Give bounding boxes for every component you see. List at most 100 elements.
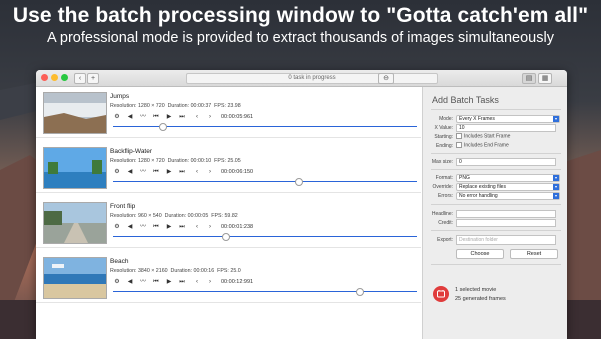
- play-icon[interactable]: ▶: [165, 223, 173, 231]
- clear-tasks-button[interactable]: ⊖: [378, 73, 394, 84]
- zoom-window-button[interactable]: [61, 74, 68, 81]
- batch-settings-panel: Add Batch Tasks Mode: Every X Frames ▾ X …: [422, 87, 567, 339]
- divider: [431, 169, 561, 170]
- timeline-knob[interactable]: [356, 288, 365, 296]
- task-name: Jumps: [110, 93, 130, 100]
- task-row[interactable]: Front flip Resolution: 960 × 540 Duratio…: [36, 197, 421, 248]
- override-label: Override:: [432, 184, 453, 190]
- skip-forward-icon[interactable]: ⏭: [178, 168, 186, 176]
- video-thumbnail: [43, 92, 107, 134]
- settings-icon[interactable]: ⚙: [113, 113, 121, 121]
- video-thumbnail: [43, 147, 107, 189]
- settings-icon[interactable]: ⚙: [113, 168, 121, 176]
- timeline-slider[interactable]: [113, 178, 417, 186]
- errors-label: Errors:: [438, 193, 453, 199]
- skip-forward-icon[interactable]: ⏭: [178, 113, 186, 121]
- chevron-down-icon: ▾: [553, 193, 559, 199]
- end-frame-checkbox[interactable]: Includes End Frame: [456, 142, 509, 148]
- task-name: Beach: [110, 258, 129, 265]
- step-back-icon[interactable]: ◀: [126, 223, 134, 231]
- divider: [431, 264, 561, 265]
- chevron-left-icon[interactable]: ‹: [193, 223, 201, 231]
- timeline-knob[interactable]: [295, 178, 304, 186]
- skip-back-icon[interactable]: ⏮: [152, 223, 160, 231]
- mode-select[interactable]: Every X Frames ▾: [456, 115, 560, 123]
- waveform-icon[interactable]: 〰: [139, 168, 147, 176]
- task-row[interactable]: Beach Resolution: 3840 × 2160 Duration: …: [36, 252, 421, 303]
- chevron-right-icon[interactable]: ›: [206, 278, 214, 286]
- close-window-button[interactable]: [41, 74, 48, 81]
- play-icon[interactable]: ▶: [165, 168, 173, 176]
- task-metadata: Resolution: 3840 × 2160 Duration: 00:00:…: [110, 268, 241, 274]
- reset-button[interactable]: Reset: [510, 249, 558, 259]
- timeline-slider[interactable]: [113, 288, 417, 296]
- headline-field[interactable]: [456, 210, 556, 218]
- chevron-right-icon[interactable]: ›: [206, 113, 214, 121]
- timeline-knob[interactable]: [158, 123, 167, 131]
- step-back-icon[interactable]: ◀: [126, 278, 134, 286]
- settings-icon[interactable]: ⚙: [113, 278, 121, 286]
- chevron-down-icon: ▾: [553, 116, 559, 122]
- choose-button[interactable]: Choose: [456, 249, 504, 259]
- override-select[interactable]: Replace existing files ▾: [456, 183, 560, 191]
- waveform-icon[interactable]: 〰: [139, 113, 147, 121]
- skip-back-icon[interactable]: ⏮: [152, 113, 160, 121]
- task-name: Backflip-Water: [110, 148, 153, 155]
- errors-select[interactable]: No error handling ▾: [456, 192, 560, 200]
- start-frame-checkbox[interactable]: Includes Start Frame: [456, 133, 510, 139]
- window-titlebar: ‹ + 0 task in progress ⊖ ▤ ▦: [36, 70, 567, 87]
- step-back-icon[interactable]: ◀: [126, 113, 134, 121]
- task-row[interactable]: Jumps Resolution: 1280 × 720 Duration: 0…: [36, 87, 421, 138]
- timecode: 00:00:06:150: [221, 169, 254, 175]
- chevron-right-icon[interactable]: ›: [206, 168, 214, 176]
- starting-label: Starting:: [434, 134, 453, 140]
- credit-field[interactable]: [456, 219, 556, 227]
- format-label: Format:: [435, 175, 453, 181]
- add-button[interactable]: +: [87, 73, 99, 84]
- xvalue-label: X Value:: [434, 125, 453, 131]
- divider: [431, 204, 561, 205]
- grid-view-icon[interactable]: ▦: [538, 73, 552, 84]
- skip-back-icon[interactable]: ⏮: [152, 168, 160, 176]
- list-view-icon[interactable]: ▤: [522, 73, 536, 84]
- maxsize-field[interactable]: 0: [456, 158, 556, 166]
- format-select[interactable]: PNG ▾: [456, 174, 560, 182]
- chevron-left-icon[interactable]: ‹: [193, 113, 201, 121]
- skip-forward-icon[interactable]: ⏭: [178, 223, 186, 231]
- chevron-down-icon: ▾: [553, 175, 559, 181]
- summary-frames: 25 generated frames: [455, 296, 506, 302]
- panel-title: Add Batch Tasks: [432, 95, 499, 105]
- back-button[interactable]: ‹: [74, 73, 86, 84]
- divider: [431, 153, 561, 154]
- timeline-knob[interactable]: [222, 233, 231, 241]
- chevron-left-icon[interactable]: ‹: [193, 168, 201, 176]
- export-label: Export:: [437, 237, 453, 243]
- task-metadata: Resolution: 1280 × 720 Duration: 00:00:3…: [110, 103, 241, 109]
- minimize-window-button[interactable]: [51, 74, 58, 81]
- divider: [431, 109, 561, 110]
- chevron-left-icon[interactable]: ‹: [193, 278, 201, 286]
- maxsize-label: Max size:: [431, 159, 453, 165]
- batch-window: ‹ + 0 task in progress ⊖ ▤ ▦ Jumps Resol…: [36, 70, 567, 339]
- export-destination-field[interactable]: Destination folder: [456, 235, 556, 245]
- video-thumbnail: [43, 257, 107, 299]
- settings-icon[interactable]: ⚙: [113, 223, 121, 231]
- play-icon[interactable]: ▶: [165, 113, 173, 121]
- task-status-field: 0 task in progress: [186, 73, 438, 84]
- task-row[interactable]: Backflip-Water Resolution: 1280 × 720 Du…: [36, 142, 421, 193]
- mode-label: Mode:: [439, 116, 453, 122]
- skip-forward-icon[interactable]: ⏭: [178, 278, 186, 286]
- task-name: Front flip: [110, 203, 136, 210]
- play-icon[interactable]: ▶: [165, 278, 173, 286]
- step-back-icon[interactable]: ◀: [126, 168, 134, 176]
- chevron-right-icon[interactable]: ›: [206, 223, 214, 231]
- batch-summary-icon: [433, 286, 449, 302]
- timeline-slider[interactable]: [113, 233, 417, 241]
- summary-movies: 1 selected movie: [455, 287, 497, 293]
- task-metadata: Resolution: 960 × 540 Duration: 00:00:05…: [110, 213, 238, 219]
- waveform-icon[interactable]: 〰: [139, 223, 147, 231]
- skip-back-icon[interactable]: ⏮: [152, 278, 160, 286]
- waveform-icon[interactable]: 〰: [139, 278, 147, 286]
- xvalue-field[interactable]: 10: [456, 124, 556, 132]
- timeline-slider[interactable]: [113, 123, 417, 131]
